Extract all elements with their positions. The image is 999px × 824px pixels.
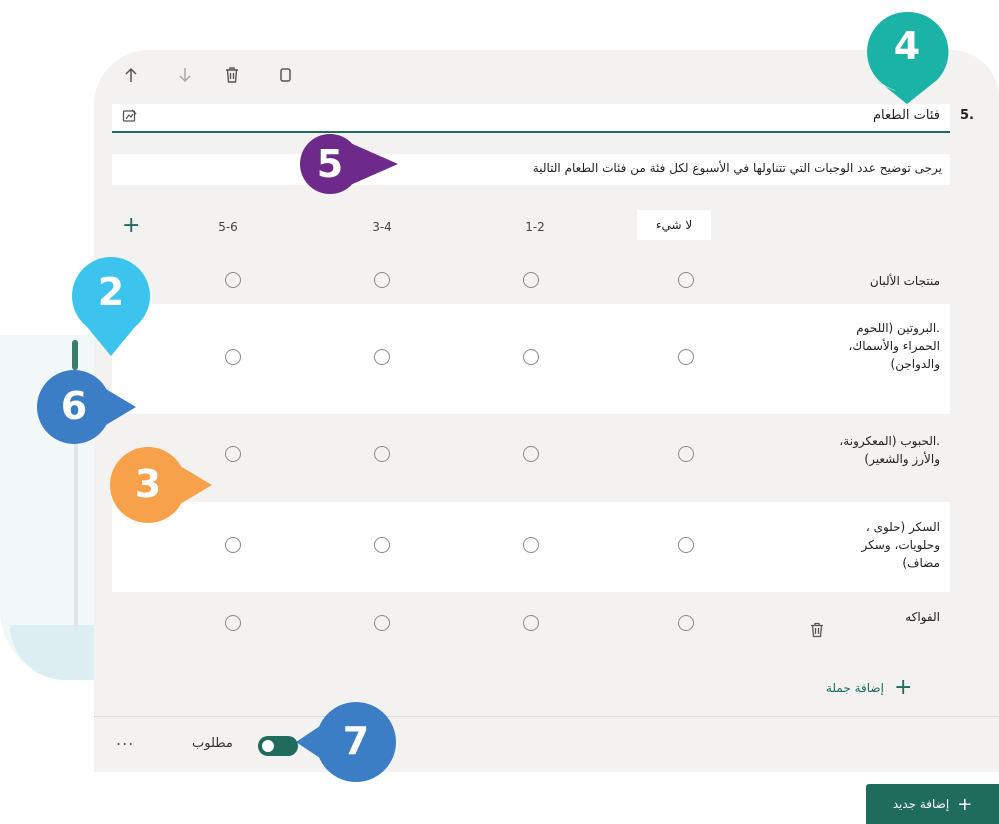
radio-option[interactable]	[225, 537, 241, 553]
radio-option[interactable]	[225, 446, 241, 462]
row-label: .البروتين (اللحوم الحمراء والأسماك، والد…	[848, 321, 940, 371]
radio-option[interactable]	[523, 446, 539, 462]
radio-option[interactable]	[523, 272, 539, 288]
radio-option[interactable]	[678, 349, 694, 365]
radio-option[interactable]	[374, 537, 390, 553]
image-edit-icon[interactable]	[122, 108, 138, 124]
add-row-button[interactable]: + إضافة جملة	[826, 677, 912, 699]
callout-number: 3	[134, 462, 162, 506]
radio-option[interactable]	[523, 615, 539, 631]
delete-row-trash-icon[interactable]	[810, 622, 824, 638]
radio-option[interactable]	[374, 446, 390, 462]
callout-marker-6: 6	[36, 368, 136, 446]
callout-marker-4: 4	[865, 10, 949, 106]
required-label: مطلوب	[192, 736, 233, 751]
radio-option[interactable]	[374, 272, 390, 288]
radio-option[interactable]	[678, 537, 694, 553]
radio-option[interactable]	[678, 446, 694, 462]
add-new-label: إضافة جديد	[892, 797, 950, 811]
radio-option[interactable]	[678, 615, 694, 631]
arrow-down-icon[interactable]	[175, 65, 195, 85]
add-new-button[interactable]: + إضافة جديد	[866, 784, 999, 824]
table-row: السكر (حلوى ، وحلويات، وسكر مضاف)	[112, 502, 950, 592]
add-column-plus-icon[interactable]: +	[122, 215, 140, 237]
plus-icon: +	[957, 793, 973, 815]
row-label: الفواكه	[905, 610, 940, 624]
radio-option[interactable]	[225, 272, 241, 288]
table-row: .الحبوب (المعكرونة، والأرز والشعير)	[112, 414, 950, 502]
arrow-up-icon[interactable]	[121, 65, 141, 85]
trash-icon[interactable]	[222, 65, 242, 85]
column-header-5-6[interactable]: 5-6	[193, 220, 263, 234]
copy-icon[interactable]	[275, 65, 295, 85]
row-label: منتجات الألبان	[869, 274, 940, 288]
radio-option[interactable]	[225, 349, 241, 365]
callout-number: 7	[342, 719, 370, 763]
radio-option[interactable]	[678, 272, 694, 288]
column-header-1-2[interactable]: 1-2	[500, 220, 570, 234]
callout-number: 2	[97, 270, 125, 314]
column-header-none[interactable]: لا شيء	[637, 210, 711, 240]
table-row: منتجات الألبان	[112, 256, 950, 304]
callout-marker-5: 5	[298, 133, 398, 195]
question-title-field[interactable]: فئات الطعام	[112, 104, 950, 133]
radio-option[interactable]	[523, 537, 539, 553]
add-row-label: إضافة جملة	[826, 681, 884, 695]
column-header-3-4[interactable]: 3-4	[347, 220, 417, 234]
radio-option[interactable]	[523, 349, 539, 365]
callout-marker-3: 3	[108, 445, 212, 525]
divider	[94, 716, 999, 717]
row-label: .الحبوب (المعكرونة، والأرز والشعير)	[839, 434, 940, 466]
radio-option[interactable]	[225, 615, 241, 631]
toggle-knob	[262, 740, 274, 752]
row-label: السكر (حلوى ، وحلويات، وسكر مضاف)	[861, 520, 940, 570]
callout-number: 6	[60, 384, 88, 428]
plus-icon: +	[893, 675, 913, 700]
radio-option[interactable]	[374, 349, 390, 365]
callout-marker-7: 7	[296, 700, 398, 784]
callout-number: 4	[893, 24, 921, 68]
question-subtitle: يرجى توضيح عدد الوجبات التي تتناولها في …	[532, 161, 942, 175]
table-row: الفواكه	[112, 592, 950, 654]
question-subtitle-field[interactable]: يرجى توضيح عدد الوجبات التي تتناولها في …	[112, 154, 950, 185]
question-title: فئات الطعام	[873, 108, 940, 123]
question-number: 5.	[960, 108, 974, 123]
callout-marker-2: 2	[68, 256, 154, 356]
background-panel-base	[10, 625, 100, 680]
callout-number: 5	[316, 142, 344, 186]
radio-option[interactable]	[374, 615, 390, 631]
more-options-button[interactable]: ...	[116, 730, 134, 749]
question-card: فئات الطعام 5. يرجى توضيح عدد الوجبات ال…	[94, 50, 999, 772]
table-row: .البروتين (اللحوم الحمراء والأسماك، والد…	[112, 304, 950, 414]
required-toggle[interactable]	[258, 736, 298, 756]
